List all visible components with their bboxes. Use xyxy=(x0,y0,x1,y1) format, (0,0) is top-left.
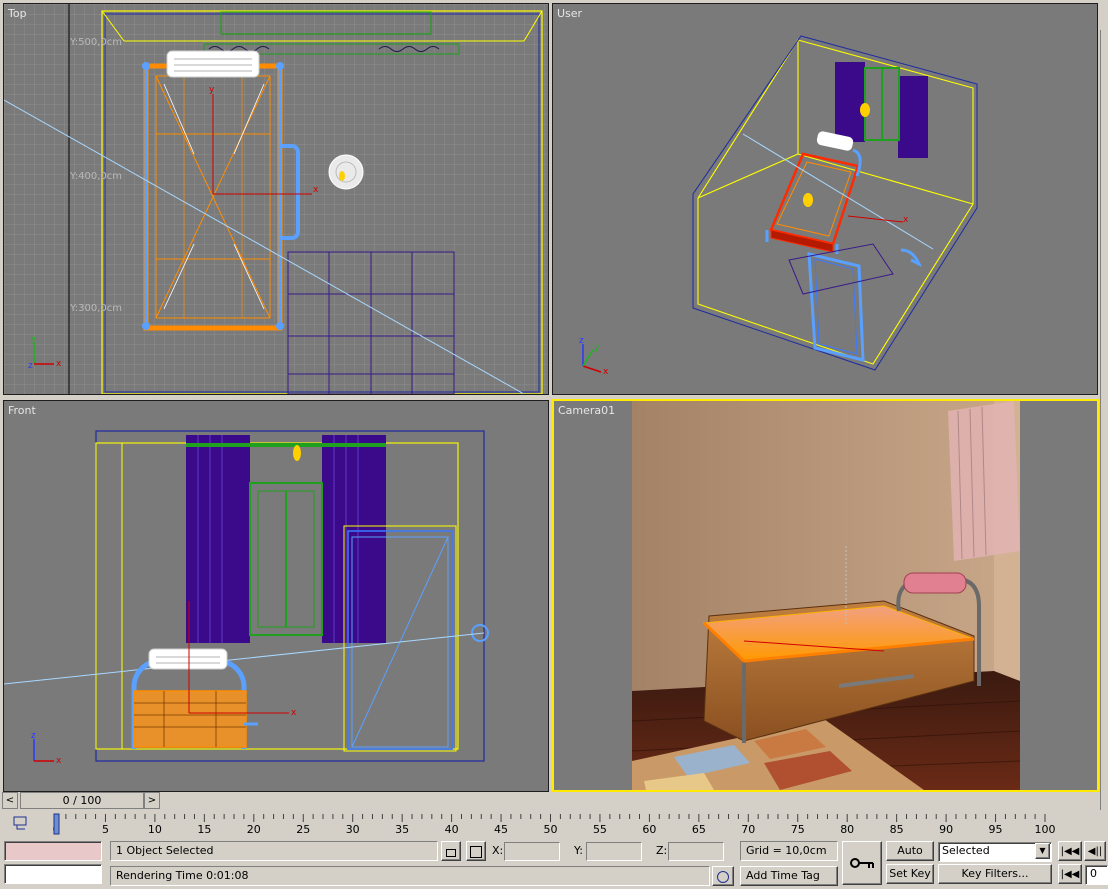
svg-text:y: y xyxy=(209,85,215,95)
trackbar-tick-label: 75 xyxy=(791,823,805,836)
previous-frame-button[interactable]: ◀|| xyxy=(1084,841,1106,861)
trackbar-tick-label: 95 xyxy=(989,823,1003,836)
viewport-label-top[interactable]: Top xyxy=(8,7,27,20)
key-set-dropdown-value: Selected xyxy=(942,844,990,857)
add-time-tag-button[interactable]: Add Time Tag xyxy=(740,866,838,886)
viewport-label-camera[interactable]: Camera01 xyxy=(558,404,615,417)
selection-status: 1 Object Selected xyxy=(110,841,438,861)
x-coordinate-field[interactable] xyxy=(504,842,560,861)
viewport-label-user[interactable]: User xyxy=(557,7,582,20)
camera-render-canvas[interactable] xyxy=(554,401,1097,790)
transform-mode-button[interactable] xyxy=(466,841,486,861)
trackbar-tick-label: 100 xyxy=(1035,823,1056,836)
time-tag-icon-button[interactable] xyxy=(712,866,734,886)
trackbar-ruler[interactable]: 0510152025303540455055606570758085909510… xyxy=(0,808,1108,838)
trackbar-tick-label: 80 xyxy=(840,823,854,836)
chevron-down-icon[interactable]: ▼ xyxy=(1035,843,1050,859)
user-view-canvas[interactable]: x z x y xyxy=(553,4,1097,394)
trackbar[interactable]: 0510152025303540455055606570758085909510… xyxy=(0,808,1108,838)
time-slider-prev-button[interactable]: < xyxy=(2,792,18,809)
time-slider[interactable]: < 0 / 100 > xyxy=(2,792,160,809)
auto-key-button[interactable]: Auto Key xyxy=(886,841,934,875)
command-panel-edge[interactable] xyxy=(1100,30,1108,810)
maxscript-input-mini[interactable] xyxy=(4,864,102,884)
svg-text:y: y xyxy=(594,343,600,353)
y-label: Y: xyxy=(574,844,583,857)
trackbar-tick-label: 10 xyxy=(148,823,162,836)
trackbar-tick-label: 30 xyxy=(346,823,360,836)
z-coordinate-field[interactable] xyxy=(668,842,724,861)
trackbar-tick-label: 35 xyxy=(395,823,409,836)
svg-text:y: y xyxy=(31,334,37,344)
trackbar-tick-label: 65 xyxy=(692,823,706,836)
top-view-canvas[interactable]: x y Y:500,0cm Y:400,0cm Y:300,0cm y x z xyxy=(4,4,548,394)
trackbar-tick-label: 45 xyxy=(494,823,508,836)
time-tag-icon xyxy=(717,871,729,883)
trackbar-tick-label: 90 xyxy=(939,823,953,836)
go-to-start-icon: |◀◀ xyxy=(1060,846,1080,857)
svg-text:z: z xyxy=(31,731,36,741)
grid-label-y500: Y:500,0cm xyxy=(69,37,122,48)
key-icon xyxy=(850,858,874,868)
key-filters-button[interactable]: Key Filters... xyxy=(938,864,1052,884)
trackbar-frame-cursor[interactable] xyxy=(53,813,60,835)
lock-icon xyxy=(446,849,456,857)
absolute-mode-icon xyxy=(470,846,482,858)
key-mode-toggle-button[interactable]: |◀◀ xyxy=(1058,864,1082,884)
svg-text:x: x xyxy=(603,367,609,377)
selection-lock-button[interactable] xyxy=(441,841,461,861)
grid-label-y300: Y:300,0cm xyxy=(69,303,122,314)
grid-label-y400: Y:400,0cm xyxy=(69,171,122,182)
svg-text:x: x xyxy=(56,359,62,369)
maxscript-listener-mini[interactable] xyxy=(4,841,102,861)
trackbar-tick-label: 85 xyxy=(890,823,904,836)
current-frame-field[interactable]: 0 xyxy=(1085,865,1108,885)
svg-text:x: x xyxy=(56,756,62,766)
time-slider-next-button[interactable]: > xyxy=(144,792,160,809)
viewport-top[interactable]: Top x y Y:500,0cm Y:400,0cm Y:300,0cm y … xyxy=(3,3,549,395)
svg-text:x: x xyxy=(903,215,909,225)
key-mode-icon: |◀◀ xyxy=(1060,869,1080,880)
trackbar-tick-label: 60 xyxy=(642,823,656,836)
time-slider-thumb[interactable]: 0 / 100 xyxy=(20,792,144,809)
z-label: Z: xyxy=(656,844,668,857)
previous-frame-icon: ◀|| xyxy=(1087,846,1103,857)
set-key-button[interactable]: Set Key xyxy=(886,864,934,884)
set-key-mode-button[interactable] xyxy=(842,841,882,885)
trackbar-tick-label: 5 xyxy=(102,823,109,836)
viewport-label-front[interactable]: Front xyxy=(8,404,36,417)
y-coordinate-field[interactable] xyxy=(586,842,642,861)
svg-text:z: z xyxy=(579,336,584,346)
trackbar-tick-label: 20 xyxy=(247,823,261,836)
axis-tripod-icon: z x xyxy=(31,731,62,766)
svg-text:x: x xyxy=(291,708,297,718)
axis-tripod-icon: z x y xyxy=(579,336,609,377)
front-view-canvas[interactable]: x z x xyxy=(4,401,548,791)
viewport-camera[interactable]: Camera01 xyxy=(552,399,1099,792)
trackbar-tick-label: 25 xyxy=(296,823,310,836)
trackbar-tick-label: 50 xyxy=(544,823,558,836)
x-label: X: xyxy=(492,844,504,857)
trackbar-tick-label: 70 xyxy=(741,823,755,836)
svg-text:x: x xyxy=(313,185,319,195)
svg-text:z: z xyxy=(28,361,33,371)
trackbar-tick-label: 15 xyxy=(197,823,211,836)
viewport-front[interactable]: Front x z x xyxy=(3,400,549,792)
prompt-line: Rendering Time 0:01:08 xyxy=(110,866,710,886)
key-set-dropdown[interactable]: Selected ▼ xyxy=(938,842,1052,862)
go-to-start-button[interactable]: |◀◀ xyxy=(1058,841,1082,861)
trackbar-tick-label: 40 xyxy=(445,823,459,836)
trackbar-tick-label: 55 xyxy=(593,823,607,836)
viewport-user[interactable]: User x z x y xyxy=(552,3,1098,395)
grid-size-display: Grid = 10,0cm xyxy=(740,841,838,861)
